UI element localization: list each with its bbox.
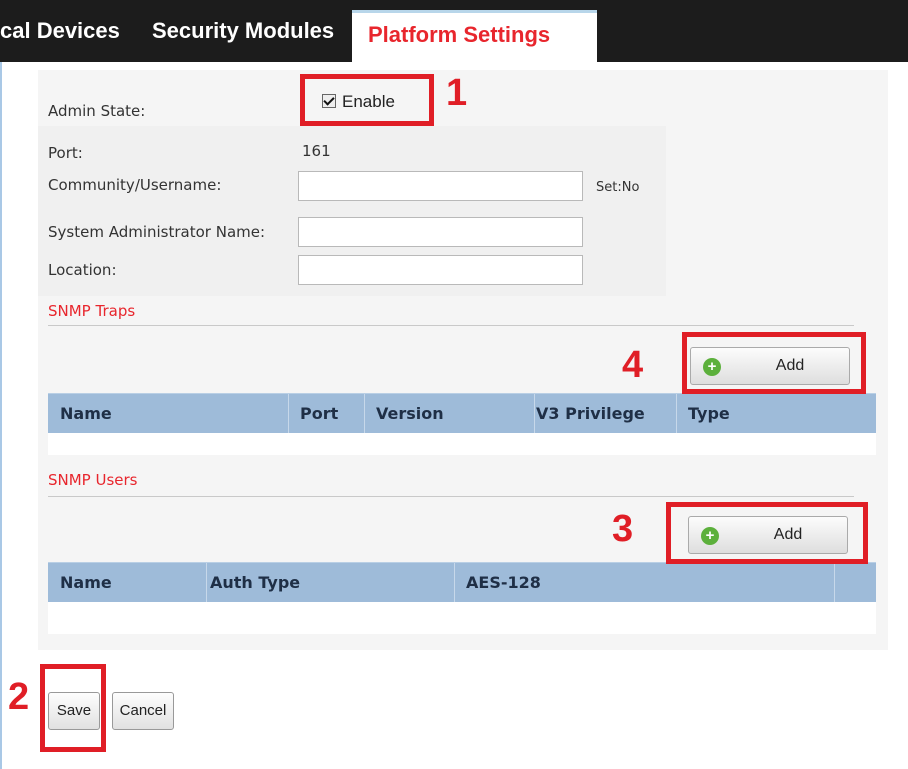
snmp-traps-grid-header: Name Port Version V3 Privilege Type	[48, 393, 876, 434]
column-divider	[454, 563, 455, 603]
location-input[interactable]	[298, 255, 583, 285]
tab-platform-settings[interactable]: Platform Settings	[352, 10, 597, 62]
snmp-users-grid-header: Name Auth Type AES-128	[48, 562, 876, 603]
sysadmin-label: System Administrator Name:	[48, 223, 266, 241]
sysadmin-input[interactable]	[298, 217, 583, 247]
port-label: Port:	[48, 144, 83, 162]
snmp-traps-grid-body	[48, 433, 876, 455]
callout-number-1: 1	[446, 72, 468, 114]
callout-number-3: 3	[612, 508, 634, 550]
tab-bar: cal Devices Security Modules Platform Se…	[0, 0, 908, 62]
column-divider	[364, 394, 365, 434]
column-divider	[834, 563, 835, 603]
callout-number-2: 2	[8, 676, 30, 718]
community-label: Community/Username:	[48, 176, 222, 194]
location-label: Location:	[48, 261, 117, 279]
port-value: 161	[302, 142, 331, 160]
traps-col-port[interactable]: Port	[300, 394, 338, 434]
traps-col-type[interactable]: Type	[688, 394, 730, 434]
tab-local-devices[interactable]: cal Devices	[0, 0, 120, 62]
callout-box-1	[300, 74, 434, 126]
traps-col-name[interactable]: Name	[60, 394, 112, 434]
community-input[interactable]	[298, 171, 583, 201]
tab-security-modules[interactable]: Security Modules	[152, 0, 334, 62]
traps-col-v3-privilege[interactable]: V3 Privilege	[536, 394, 645, 434]
column-divider	[206, 563, 207, 603]
community-set-status: Set:No	[596, 180, 640, 195]
cancel-button[interactable]: Cancel	[112, 692, 174, 730]
callout-box-4	[682, 332, 866, 394]
traps-col-version[interactable]: Version	[376, 394, 444, 434]
users-col-name[interactable]: Name	[60, 563, 112, 603]
snmp-users-divider	[48, 496, 854, 497]
column-divider	[534, 394, 535, 434]
snmp-users-grid-body	[48, 602, 876, 634]
snmp-traps-title: SNMP Traps	[48, 302, 136, 320]
page-edge	[0, 62, 10, 769]
callout-box-2	[40, 664, 106, 752]
callout-number-4: 4	[622, 344, 644, 386]
admin-state-label: Admin State:	[48, 102, 146, 120]
users-col-auth-type[interactable]: Auth Type	[210, 563, 300, 603]
column-divider	[676, 394, 677, 434]
column-divider	[288, 394, 289, 434]
callout-box-3	[666, 502, 868, 564]
users-col-aes-128[interactable]: AES-128	[466, 563, 541, 603]
snmp-users-title: SNMP Users	[48, 471, 138, 489]
snmp-traps-divider	[48, 325, 854, 326]
